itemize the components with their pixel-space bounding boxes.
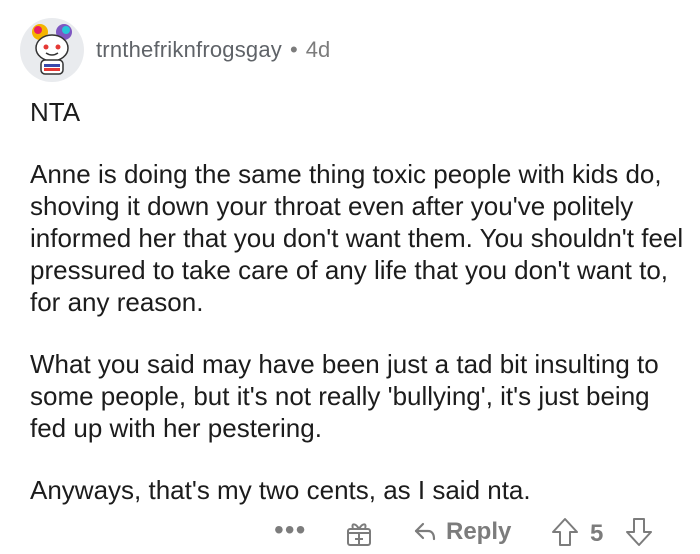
comment-paragraph: Anyways, that's my two cents, as I said … <box>30 475 531 505</box>
gift-award-icon <box>347 523 371 546</box>
comment-verdict: NTA <box>30 97 81 127</box>
username[interactable]: trnthefriknfrogsgay <box>96 37 282 63</box>
reply-button[interactable]: Reply <box>412 518 511 546</box>
downvote-button[interactable] <box>624 516 654 553</box>
vote-score: 5 <box>590 520 604 547</box>
snoo-avatar-icon <box>32 24 72 75</box>
comment-paragraph: What you said may have been just a tad b… <box>30 349 659 443</box>
comment-age: 4d <box>305 37 331 62</box>
upvote-button[interactable] <box>550 516 580 553</box>
reply-arrow-icon <box>414 522 436 541</box>
reply-label: Reply <box>446 518 512 545</box>
upvote-arrow-icon <box>552 518 578 546</box>
comment-paragraph: Anne is doing the same thing toxic peopl… <box>30 159 684 317</box>
comment-header: trnthefriknfrogsgay • 4d <box>20 8 330 92</box>
more-options-button[interactable]: ••• <box>274 514 306 546</box>
comment-actions: ••• Reply 5 <box>0 510 700 554</box>
award-button[interactable] <box>344 518 374 553</box>
meta-separator: • <box>290 37 298 62</box>
downvote-arrow-icon <box>626 518 652 546</box>
avatar[interactable] <box>20 18 84 82</box>
